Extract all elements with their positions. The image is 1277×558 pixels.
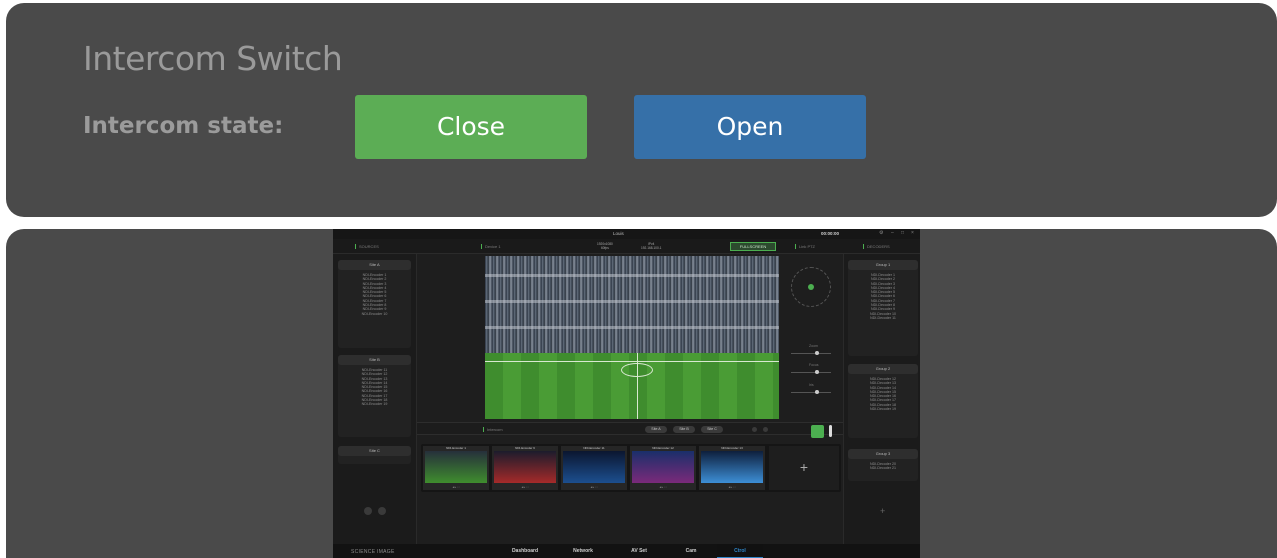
status-dot <box>763 427 768 432</box>
tab-cam[interactable]: Cam <box>677 544 705 558</box>
thumbnail-image <box>701 451 763 483</box>
zoom-label: Zoom <box>809 344 818 348</box>
add-source-button[interactable]: + <box>769 446 839 490</box>
device-header: Device 1 <box>481 244 501 250</box>
add-decoder-icon[interactable]: + <box>880 506 885 516</box>
thumbnail-image <box>425 451 487 483</box>
app-preview-panel: Louis 00:00:00 ⚙ – □ × SOURCES Device 1 … <box>6 229 1277 558</box>
tab-ctrol[interactable]: Ctrol <box>717 544 763 558</box>
settings-icon[interactable]: ⚙ <box>879 230 883 236</box>
network-readout: IPv4 192.168.100.1 <box>641 242 662 250</box>
sources-header: SOURCES <box>355 244 379 250</box>
close-icon[interactable]: × <box>911 230 914 236</box>
talk-button[interactable] <box>811 425 824 438</box>
site-select-bar: Intercom Site A Site B Site C <box>417 422 843 435</box>
title-bar: Louis 00:00:00 ⚙ – □ × <box>333 229 920 239</box>
status-dot <box>752 427 757 432</box>
decoder-group-3[interactable]: Group 3 NDI-Decoder 20 NDI-Decoder 21 <box>848 449 918 481</box>
ptz-joystick[interactable] <box>791 267 831 307</box>
app-window: Louis 00:00:00 ⚙ – □ × SOURCES Device 1 … <box>333 229 920 558</box>
site-b-button[interactable]: Site B <box>673 426 695 433</box>
group-header[interactable]: Group 2 <box>848 364 918 374</box>
intercom-panel: Intercom Switch Intercom state: Close Op… <box>6 3 1277 217</box>
thumbnail-image <box>632 451 694 483</box>
resolution-readout: 1920x1080 60fps <box>597 242 613 250</box>
source-group-site-a[interactable]: Site A NDI-Encoder 1 NDI-Encoder 2 NDI-Enc… <box>338 260 411 348</box>
group-header[interactable]: Group 1 <box>848 260 918 270</box>
bottom-nav: SCIENCE IMAGE Dashboard Network AV Set C… <box>333 544 920 558</box>
brand-logo: SCIENCE IMAGE <box>351 549 395 555</box>
group-header[interactable]: Site B <box>338 355 411 365</box>
joystick-handle[interactable] <box>808 284 814 290</box>
header-bar: SOURCES Device 1 1920x1080 60fps IPv4 192.… <box>333 239 920 254</box>
zoom-slider[interactable] <box>791 351 831 355</box>
list-item[interactable]: NDI-Encoder 19 <box>338 402 411 406</box>
tab-network[interactable]: Network <box>565 544 601 558</box>
decoder-group-2[interactable]: Group 2 NDI-Decoder 12 NDI-Decoder 13 NDI-… <box>848 364 918 438</box>
window-title: Louis <box>613 231 624 236</box>
source-group-site-b[interactable]: Site B NDI-Encoder 11 NDI-Encoder 12 NDI-E… <box>338 355 411 437</box>
football-pitch <box>485 353 779 419</box>
status-dot <box>364 507 372 515</box>
group-header[interactable]: Site A <box>338 260 411 270</box>
decoders-column: Group 1 NDI-Decoder 1 NDI-Decoder 2 NDI-De… <box>843 254 920 544</box>
thumbnail-card[interactable]: NDI-Encoder 1 ◂ ▸ ◦ ▫ <box>423 446 489 490</box>
close-button[interactable]: Close <box>355 95 587 159</box>
thumbnail-image <box>494 451 556 483</box>
link-ptz-header: Link PTZ <box>795 244 815 250</box>
thumbnail-image <box>563 451 625 483</box>
microphone-icon <box>829 425 832 437</box>
encoder-thumbnail-strip: NDI-Encoder 1 ◂ ▸ ◦ ▫ NDI-Encoder 6 ◂ ▸ ◦ … <box>421 444 841 492</box>
source-group-site-c[interactable]: Site C <box>338 446 411 464</box>
decoder-group-1[interactable]: Group 1 NDI-Decoder 1 NDI-Decoder 2 NDI-De… <box>848 260 918 356</box>
group-header[interactable]: Group 3 <box>848 449 918 459</box>
thumbnail-card[interactable]: NDI-Encoder 13 ◂ ▸ ◦ ▫ <box>699 446 765 490</box>
site-a-button[interactable]: Site A <box>645 426 667 433</box>
maximize-icon[interactable]: □ <box>901 230 904 236</box>
open-button[interactable]: Open <box>634 95 866 159</box>
clock-readout: 00:00:00 <box>821 231 840 236</box>
thumbnail-card[interactable]: NDI-Encoder 12 ◂ ▸ ◦ ▫ <box>630 446 696 490</box>
site-c-button[interactable]: Site C <box>701 426 723 433</box>
focus-slider[interactable] <box>791 370 831 374</box>
sources-column: Site A NDI-Encoder 1 NDI-Encoder 2 NDI-Enc… <box>333 254 417 544</box>
stadium-crowd <box>485 256 779 353</box>
tab-av-set[interactable]: AV Set <box>623 544 655 558</box>
iris-label: Iris <box>809 383 814 387</box>
fullscreen-button[interactable]: FULLSCREEN <box>730 242 776 251</box>
list-item[interactable]: NDI-Encoder 10 <box>338 312 411 316</box>
status-dot <box>378 507 386 515</box>
list-item[interactable]: NDI-Decoder 21 <box>848 466 918 470</box>
thumbnail-card[interactable]: NDI-Encoder 6 ◂ ▸ ◦ ▫ <box>492 446 558 490</box>
minimize-icon[interactable]: – <box>891 230 894 236</box>
focus-label: Focus <box>809 363 819 367</box>
list-item[interactable]: NDI-Decoder 11 <box>848 316 918 320</box>
intercom-label: Intercom <box>483 427 503 433</box>
iris-slider[interactable] <box>791 390 831 394</box>
live-video-preview[interactable] <box>485 256 779 419</box>
tab-dashboard[interactable]: Dashboard <box>505 544 545 558</box>
list-item[interactable]: NDI-Decoder 19 <box>848 407 918 411</box>
thumbnail-card[interactable]: NDI-Encoder 11 ◂ ▸ ◦ ▫ <box>561 446 627 490</box>
group-header[interactable]: Site C <box>338 446 411 456</box>
decoders-header: DECODERS <box>863 244 890 250</box>
panel-title: Intercom Switch <box>83 39 343 78</box>
intercom-state-label: Intercom state: <box>83 113 284 139</box>
